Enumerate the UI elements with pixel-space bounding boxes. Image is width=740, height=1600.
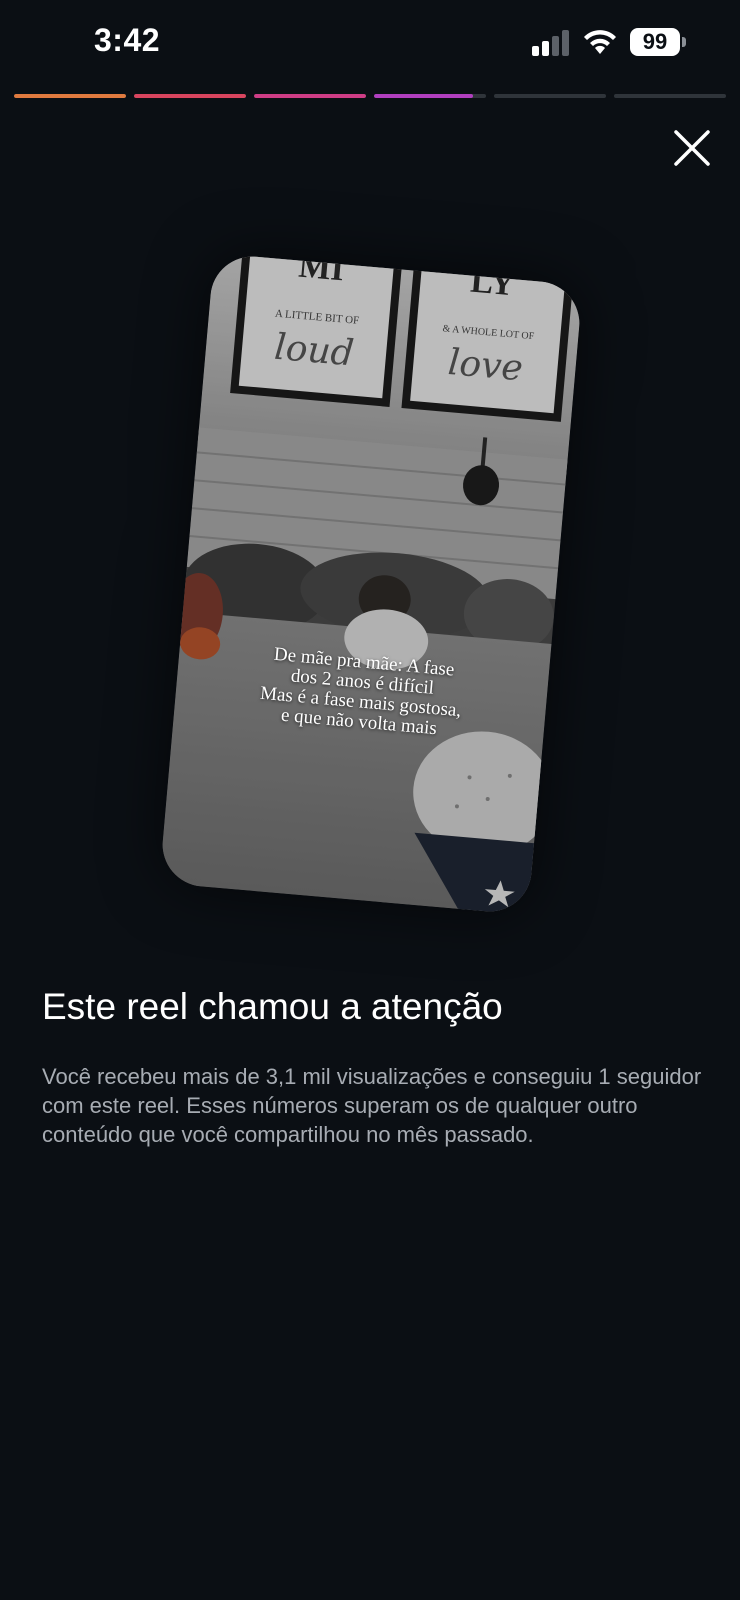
progress-segment-fill bbox=[134, 94, 246, 98]
status-bar: 3:42 99 bbox=[0, 0, 740, 90]
progress-segment bbox=[494, 94, 606, 98]
progress-segment-fill bbox=[14, 94, 126, 98]
wifi-icon bbox=[584, 30, 616, 54]
progress-segment-fill bbox=[254, 94, 366, 98]
story-progress-bar bbox=[14, 94, 726, 98]
progress-segment bbox=[614, 94, 726, 98]
reel-preview-card[interactable]: MI A LITTLE BIT OF loud LY & A WHOLE LOT… bbox=[159, 253, 583, 915]
battery-tip bbox=[682, 37, 686, 47]
insight-description: Você recebeu mais de 3,1 mil visualizaçõ… bbox=[42, 1064, 702, 1147]
progress-segment bbox=[254, 94, 366, 98]
cellular-signal-icon bbox=[532, 30, 569, 56]
close-icon[interactable] bbox=[670, 126, 714, 170]
progress-segment bbox=[14, 94, 126, 98]
battery-icon: 99 bbox=[630, 28, 686, 56]
progress-segment bbox=[134, 94, 246, 98]
reel-thumbnail-image: MI A LITTLE BIT OF loud LY & A WHOLE LOT… bbox=[159, 253, 583, 915]
status-time: 3:42 bbox=[94, 22, 161, 58]
progress-segment-fill bbox=[374, 94, 473, 98]
progress-segment bbox=[374, 94, 486, 98]
battery-level: 99 bbox=[630, 28, 680, 56]
insight-headline: Este reel chamou a atenção bbox=[42, 986, 503, 1027]
